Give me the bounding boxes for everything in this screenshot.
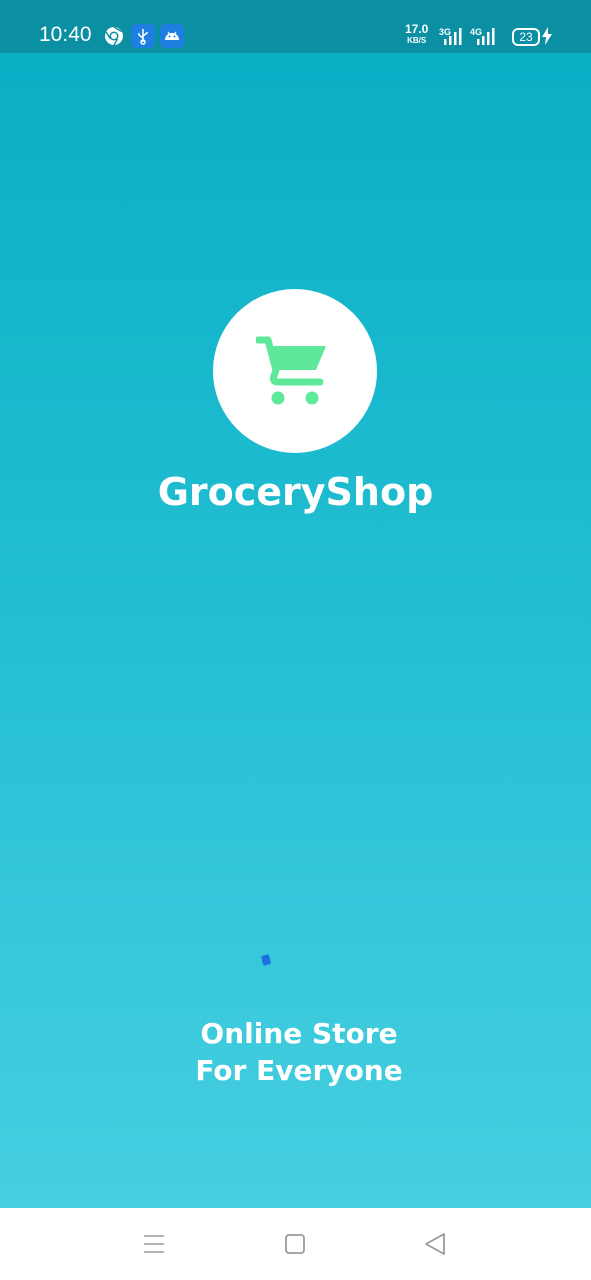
charging-icon: [542, 27, 552, 45]
app-title: GroceryShop: [157, 470, 434, 514]
network-speed: 17.0 KB/S: [405, 22, 429, 46]
menu-icon[interactable]: [141, 1231, 167, 1257]
battery-icon: 23: [512, 28, 540, 46]
loading-spinner: [260, 954, 272, 966]
network-speed-value: 17.0: [405, 22, 429, 36]
chrome-icon: [105, 26, 123, 46]
tagline-line-1: Online Store: [200, 1017, 398, 1050]
back-icon[interactable]: [422, 1231, 448, 1257]
android-icon: [160, 24, 184, 48]
navigation-bar: [0, 1208, 591, 1280]
shopping-cart-icon: [256, 336, 326, 405]
tagline: Online Store For Everyone: [0, 1015, 591, 1089]
status-time: 10:40: [39, 23, 92, 46]
usb-icon: [131, 24, 155, 48]
home-icon[interactable]: [282, 1231, 308, 1257]
splash-screen: 10:40 17.0 KB/S 3G 4G 23 GroceryShop Onl…: [0, 0, 591, 1280]
network-speed-unit: KB/S: [407, 36, 427, 45]
status-bar: 10:40 17.0 KB/S 3G 4G 23: [0, 0, 591, 53]
tagline-line-2: For Everyone: [195, 1054, 403, 1087]
signal-icon-2: [477, 28, 495, 45]
signal-icon: [444, 28, 462, 45]
